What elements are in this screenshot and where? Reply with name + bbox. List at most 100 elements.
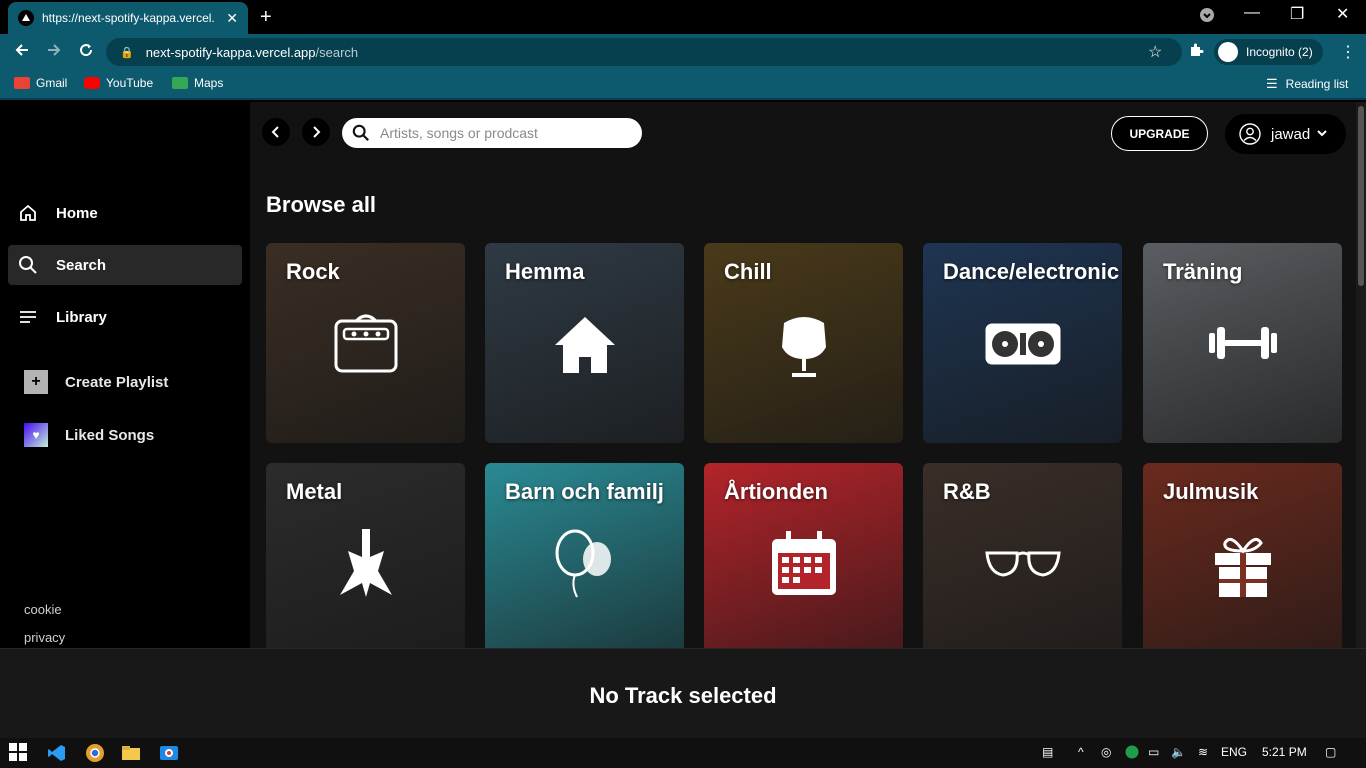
- plus-icon: +: [24, 370, 48, 394]
- close-tab-icon[interactable]: ✕: [226, 10, 238, 27]
- category-card-julmusik[interactable]: Julmusik: [1143, 463, 1342, 648]
- search-icon: [18, 255, 38, 275]
- category-card-dance-electronic[interactable]: Dance/electronic: [923, 243, 1122, 443]
- category-card-hemma[interactable]: Hemma: [485, 243, 684, 443]
- category-card-chill[interactable]: Chill: [704, 243, 903, 443]
- minimize-icon[interactable]: —: [1244, 4, 1260, 22]
- category-card-r-b[interactable]: R&B: [923, 463, 1122, 648]
- library-icon: [18, 307, 38, 327]
- battery-icon[interactable]: ▭: [1148, 745, 1159, 759]
- tab-search-icon[interactable]: [1199, 7, 1215, 28]
- scrollbar[interactable]: [1356, 102, 1366, 648]
- heart-icon: ♥: [24, 423, 48, 447]
- upgrade-button[interactable]: UPGRADE: [1111, 116, 1208, 151]
- chrome-icon[interactable]: [85, 743, 105, 763]
- category-card--rtionden[interactable]: Årtionden: [704, 463, 903, 648]
- privacy-link[interactable]: privacy: [24, 630, 65, 645]
- screen-recorder-icon[interactable]: [159, 743, 179, 763]
- liked-songs-label: Liked Songs: [65, 426, 155, 444]
- restore-icon[interactable]: ❐: [1290, 4, 1304, 24]
- gift-icon: [1203, 523, 1283, 603]
- bookmarks-bar: Gmail YouTube Maps ☰ Reading list: [0, 70, 1366, 100]
- url-field[interactable]: 🔒 next-spotify-kappa.vercel.app/search: [106, 38, 1182, 66]
- wifi-icon[interactable]: ≋: [1198, 745, 1208, 759]
- bookmark-maps[interactable]: Maps: [172, 76, 223, 90]
- category-card-rock[interactable]: Rock: [266, 243, 465, 443]
- lock-icon: 🔒: [120, 46, 134, 59]
- egg-chair-icon: [764, 303, 844, 383]
- liked-songs-button[interactable]: ♥ Liked Songs: [24, 423, 154, 447]
- maps-icon: [172, 77, 188, 89]
- browser-menu-icon[interactable]: ⋮: [1340, 42, 1356, 62]
- bookmark-label: Maps: [194, 76, 224, 90]
- reading-list[interactable]: ☰ Reading list: [1266, 76, 1348, 92]
- bookmark-star-icon[interactable]: ☆: [1148, 42, 1162, 62]
- calendar-icon: [764, 523, 844, 603]
- sidebar-item-search[interactable]: Search: [8, 245, 242, 285]
- balloon-icon: [545, 523, 625, 603]
- news-widget-icon[interactable]: ▤: [1042, 745, 1053, 759]
- dumbbell-icon: [1203, 303, 1283, 383]
- category-label: R&B: [943, 479, 991, 504]
- player-bar: No Track selected: [0, 648, 1366, 738]
- player-message: No Track selected: [589, 683, 777, 708]
- house-icon: [545, 303, 625, 383]
- category-card-metal[interactable]: Metal: [266, 463, 465, 648]
- youtube-icon: [84, 77, 100, 89]
- show-hidden-icons-icon[interactable]: ^: [1078, 745, 1084, 759]
- incognito-badge[interactable]: Incognito (2): [1214, 39, 1323, 65]
- incognito-icon: [1218, 42, 1238, 62]
- sidebar-item-home[interactable]: Home: [8, 193, 242, 233]
- notifications-icon[interactable]: ▢: [1325, 745, 1336, 759]
- cookie-link[interactable]: cookie: [24, 602, 62, 617]
- turntable-icon: [983, 303, 1063, 383]
- create-playlist-button[interactable]: + Create Playlist: [24, 370, 168, 394]
- incognito-label: Incognito (2): [1246, 45, 1313, 59]
- app-tray-icon[interactable]: [1125, 745, 1139, 762]
- chevron-left-icon: [271, 126, 279, 138]
- category-card-tr-ning[interactable]: Träning: [1143, 243, 1342, 443]
- bookmark-label: YouTube: [106, 76, 154, 90]
- extensions-icon[interactable]: [1188, 42, 1204, 62]
- sidebar-item-label: Library: [56, 308, 107, 326]
- category-label: Hemma: [505, 259, 585, 284]
- bookmark-youtube[interactable]: YouTube: [84, 76, 153, 90]
- chevron-down-icon: [1316, 126, 1328, 143]
- sidebar: Home Search Library + Create Playlist ♥ …: [0, 102, 250, 648]
- history-back-button[interactable]: [262, 118, 290, 146]
- vscode-icon[interactable]: [47, 743, 67, 763]
- reading-list-icon: ☰: [1266, 76, 1278, 91]
- guitar-icon: [326, 523, 406, 603]
- gmail-icon: [14, 77, 30, 89]
- url-host: next-spotify-kappa.vercel.app: [145, 44, 316, 60]
- category-card-barn-och-familj[interactable]: Barn och familj: [485, 463, 684, 648]
- scrollbar-thumb[interactable]: [1358, 106, 1364, 286]
- forward-icon[interactable]: [46, 42, 62, 63]
- clock[interactable]: 5:21 PM: [1262, 745, 1307, 759]
- back-icon[interactable]: [14, 42, 30, 63]
- search-input[interactable]: [380, 125, 620, 141]
- windows-start-icon[interactable]: [9, 743, 29, 763]
- url-path: /search: [315, 44, 359, 60]
- search-box[interactable]: [342, 118, 642, 148]
- file-explorer-icon[interactable]: [121, 743, 141, 763]
- close-window-icon[interactable]: ✕: [1336, 4, 1349, 24]
- history-forward-button[interactable]: [302, 118, 330, 146]
- browse-title: Browse all: [266, 192, 377, 217]
- reload-icon[interactable]: [78, 42, 94, 63]
- bookmark-label: Gmail: [36, 76, 68, 90]
- os-taskbar: ▤ ^ ◎ ▭ 🔈 ≋ ENG 5:21 PM ▢: [0, 738, 1366, 768]
- user-icon: [1237, 121, 1263, 147]
- sidebar-item-label: Home: [56, 204, 98, 222]
- main-content: UPGRADE jawad Browse all Rock Hemma Chill D…: [250, 102, 1356, 648]
- new-tab-icon[interactable]: +: [260, 6, 272, 29]
- volume-icon[interactable]: 🔈: [1171, 745, 1186, 759]
- camera-icon[interactable]: ◎: [1101, 745, 1111, 759]
- tab-title: https://next-spotify-kappa.vercel.: [42, 11, 215, 25]
- sunglasses-icon: [983, 523, 1063, 603]
- sidebar-item-library[interactable]: Library: [8, 297, 242, 337]
- browser-tab[interactable]: https://next-spotify-kappa.vercel. ✕: [8, 2, 248, 34]
- language-indicator[interactable]: ENG: [1221, 745, 1247, 759]
- user-menu-button[interactable]: jawad: [1225, 114, 1346, 154]
- bookmark-gmail[interactable]: Gmail: [14, 76, 67, 90]
